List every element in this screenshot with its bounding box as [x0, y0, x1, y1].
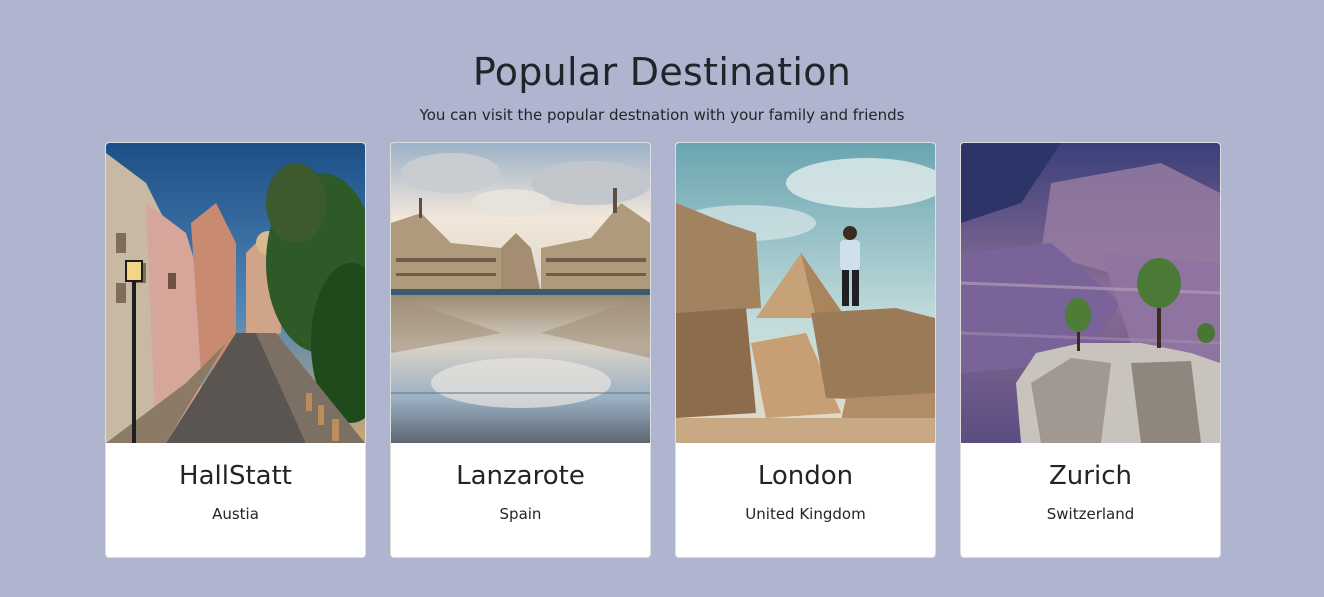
- destination-card-zurich[interactable]: Zurich Switzerland: [960, 142, 1221, 558]
- destination-country: Switzerland: [1046, 505, 1135, 523]
- destination-name: Lanzarote: [456, 461, 585, 491]
- destination-name: London: [757, 461, 854, 491]
- pyramid-rocks-photo: [676, 143, 935, 443]
- destination-name: Zurich: [1049, 461, 1132, 491]
- popular-destinations-section: Popular Destination You can visit the po…: [0, 0, 1324, 597]
- canyon-cliff-photo: [961, 143, 1220, 443]
- destination-card-hallstatt[interactable]: HallStatt Austia: [105, 142, 366, 558]
- destination-card-london[interactable]: London United Kingdom: [675, 142, 936, 558]
- page-title: Popular Destination: [472, 50, 852, 94]
- reflecting-plaza-photo: [391, 143, 650, 443]
- destination-country: Spain: [499, 505, 542, 523]
- destination-card-lanzarote[interactable]: Lanzarote Spain: [390, 142, 651, 558]
- destination-card-list: HallStatt Austia Lanzarote Spain London …: [105, 142, 1221, 558]
- destination-country: United Kingdom: [745, 505, 866, 523]
- page-subtitle: You can visit the popular destnation wit…: [419, 106, 905, 124]
- destination-country: Austia: [212, 505, 259, 523]
- destination-name: HallStatt: [179, 461, 292, 491]
- street-photo: [106, 143, 365, 443]
